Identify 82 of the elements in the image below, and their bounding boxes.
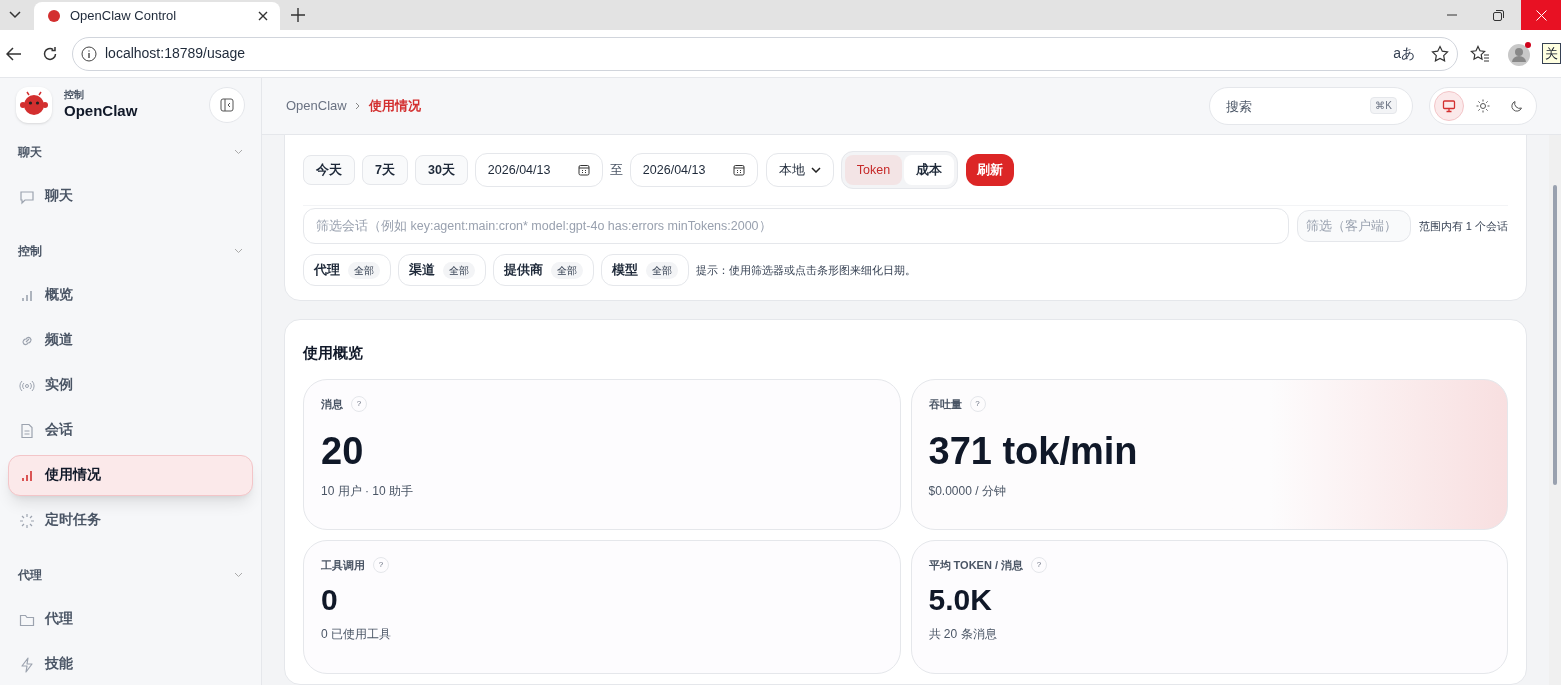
range-button[interactable]: 今天: [303, 155, 355, 185]
tab-title: OpenClaw Control: [70, 7, 178, 26]
calendar-icon[interactable]: [577, 164, 590, 176]
stat-label: 消息: [321, 396, 343, 412]
profile-avatar[interactable]: [1507, 40, 1533, 67]
timezone-select[interactable]: 本地: [765, 153, 834, 187]
calendar-icon[interactable]: [732, 164, 745, 176]
nav-item[interactable]: 聊天: [8, 176, 253, 217]
date-field[interactable]: 2026/04/13: [629, 153, 758, 187]
star-icon[interactable]: [1431, 44, 1449, 63]
breadcrumb-current: 使用情况: [368, 97, 421, 116]
stat-subtext: 0 已使用工具: [321, 625, 392, 643]
info-icon: [81, 45, 97, 62]
facet-value: 全部: [348, 261, 380, 279]
mode-tab[interactable]: 成本: [904, 155, 955, 185]
nav-item[interactable]: 实例: [8, 365, 253, 406]
sidebar-toggle-icon: [220, 98, 234, 112]
stat-subtext: 共 20 条消息: [928, 625, 998, 643]
brand-subtitle: 控制: [64, 89, 85, 102]
nav-item[interactable]: 定时任务: [8, 500, 253, 541]
nav-item[interactable]: 使用情况: [8, 455, 253, 496]
tab-list-icon[interactable]: [9, 11, 21, 19]
stat-value: 20: [321, 429, 365, 474]
stat-subtext: $0.0000 / 分钟: [928, 482, 1007, 500]
facet-value: 全部: [551, 261, 583, 279]
facet-value: 全部: [443, 261, 475, 279]
chevron-icon: [354, 102, 361, 110]
close-icon[interactable]: [258, 11, 268, 21]
nav-item[interactable]: 频道: [8, 320, 253, 361]
mode-tab[interactable]: Token: [844, 155, 903, 185]
moon-icon: [1510, 99, 1524, 113]
browser-tab[interactable]: OpenClaw Control: [34, 2, 280, 30]
stat-label: 吞吐量: [928, 396, 962, 412]
document-icon: [19, 422, 35, 439]
scrollbar-thumb[interactable]: [1553, 185, 1557, 485]
nav-group-header[interactable]: 聊天: [8, 132, 253, 172]
restore-icon[interactable]: [1492, 9, 1504, 21]
nav-item[interactable]: 代理: [8, 599, 253, 640]
logo: [16, 87, 52, 123]
translate-icon[interactable]: aあ: [1393, 43, 1415, 64]
facet-filter[interactable]: 渠道 全部: [398, 254, 486, 286]
stat-label: 平均 TOKEN / 消息: [928, 557, 1024, 573]
facet-filter[interactable]: 代理 全部: [303, 254, 391, 286]
new-tab-icon[interactable]: [290, 7, 306, 23]
stat-value: 0: [321, 582, 339, 618]
nav-item[interactable]: 会话: [8, 410, 253, 451]
nav-group-header[interactable]: 代理: [8, 555, 253, 595]
session-count: 范围内有 1 个会话: [1418, 218, 1508, 234]
url-text: localhost:18789/usage: [105, 44, 247, 63]
nav-group-header[interactable]: 控制: [8, 231, 253, 271]
back-icon[interactable]: [6, 46, 22, 61]
stat-value: 5.0K: [928, 582, 993, 618]
monitor-icon: [1442, 99, 1456, 113]
date-field[interactable]: 2026/04/13: [474, 153, 603, 187]
shortcut-hint: ⌘K: [1370, 97, 1397, 114]
client-filter-field[interactable]: 筛选（客户端）: [1296, 210, 1411, 242]
chevron-down-icon: [810, 167, 821, 173]
facet-filter[interactable]: 模型 全部: [601, 254, 689, 286]
brand-name: OpenClaw: [64, 101, 139, 121]
stat-label: 工具调用: [321, 557, 365, 573]
facet-filter[interactable]: 提供商 全部: [493, 254, 594, 286]
tooltip: 关: [1542, 42, 1561, 65]
range-separator: 至: [609, 161, 623, 179]
loader-icon: [19, 512, 35, 529]
favorites-icon[interactable]: [1470, 44, 1490, 63]
session-filter-field[interactable]: 筛选会话（例如 key:agent:main:cron* model:gpt-4o has:errors minTokens:2000）: [303, 208, 1289, 244]
sun-icon: [1476, 99, 1490, 113]
breadcrumb-link[interactable]: OpenClaw: [286, 96, 347, 116]
lightning-icon: [19, 656, 35, 673]
refresh-button[interactable]: 刷新: [966, 154, 1015, 186]
theme-button[interactable]: [1434, 91, 1464, 121]
section-title: 使用概览: [303, 343, 364, 363]
stat-value: 371 tok/min: [928, 429, 1139, 474]
hint-text: 提示：使用筛选器或点击条形图来细化日期。: [696, 262, 916, 278]
nav-item[interactable]: 技能: [8, 644, 253, 685]
stat-subtext: 10 用户 · 10 助手: [321, 482, 415, 500]
chat-bubble-icon: [19, 188, 35, 205]
nav-item[interactable]: 概览: [8, 275, 253, 316]
range-button[interactable]: 30天: [414, 155, 468, 185]
reload-icon[interactable]: [42, 45, 58, 62]
facet-value: 全部: [646, 261, 678, 279]
range-button[interactable]: 7天: [362, 155, 408, 185]
